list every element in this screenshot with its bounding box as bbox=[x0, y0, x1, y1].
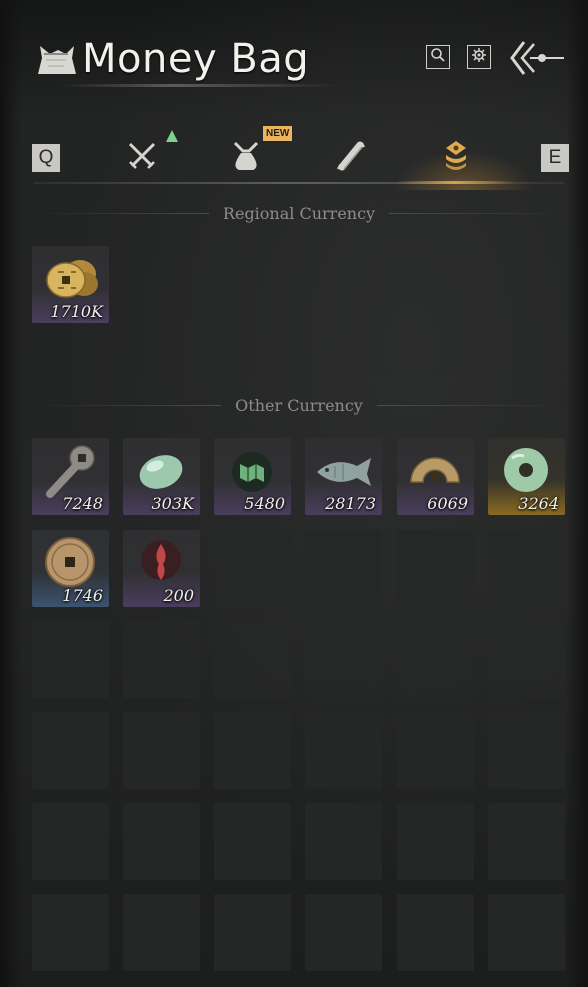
currency-slot[interactable]: 7248 bbox=[32, 438, 109, 515]
tab-items[interactable] bbox=[222, 134, 270, 182]
empty-slot bbox=[123, 894, 200, 971]
title-underline bbox=[60, 84, 340, 87]
jade-stone-icon bbox=[129, 442, 194, 498]
currency-slot[interactable]: 200 bbox=[123, 530, 200, 607]
empty-slot bbox=[488, 530, 565, 607]
item-quantity: 5480 bbox=[244, 494, 285, 513]
empty-slot bbox=[397, 803, 474, 880]
active-tab-underline bbox=[395, 181, 515, 184]
currency-slot[interactable]: 303K bbox=[123, 438, 200, 515]
empty-slot bbox=[214, 803, 291, 880]
regional-currency-heading: Regional Currency bbox=[34, 201, 564, 225]
item-quantity: 28173 bbox=[325, 494, 376, 513]
prev-tab-key[interactable]: Q bbox=[32, 144, 60, 172]
jade-ring-icon bbox=[494, 442, 559, 498]
item-quantity: 200 bbox=[163, 586, 194, 605]
currency-slot[interactable]: 1710K bbox=[32, 246, 109, 323]
empty-slot bbox=[305, 530, 382, 607]
empty-slot bbox=[305, 712, 382, 789]
settings-button[interactable] bbox=[467, 45, 491, 69]
spirit-flame-icon bbox=[129, 534, 194, 590]
fish-icon bbox=[311, 442, 376, 498]
empty-slot bbox=[397, 894, 474, 971]
empty-slot bbox=[32, 894, 109, 971]
currency-slot[interactable]: 3264 bbox=[488, 438, 565, 515]
money-bag-icon bbox=[34, 40, 78, 80]
item-quantity: 303K bbox=[151, 494, 195, 513]
empty-slot bbox=[214, 894, 291, 971]
currency-slot[interactable]: 6069 bbox=[397, 438, 474, 515]
empty-slot bbox=[214, 712, 291, 789]
coins-icon bbox=[441, 139, 471, 177]
background-edge-left bbox=[0, 0, 22, 987]
empty-slot bbox=[397, 712, 474, 789]
crossed-swords-icon bbox=[126, 140, 158, 176]
item-quantity: 1746 bbox=[62, 586, 103, 605]
tab-scrolls[interactable] bbox=[327, 134, 375, 182]
next-tab-key[interactable]: E bbox=[541, 144, 569, 172]
empty-slot bbox=[123, 803, 200, 880]
copper-coins-icon bbox=[38, 250, 103, 306]
new-badge: NEW bbox=[263, 126, 293, 141]
empty-slot bbox=[305, 621, 382, 698]
currency-slot[interactable]: 5480 bbox=[214, 438, 291, 515]
upgrade-indicator-icon bbox=[166, 130, 178, 142]
key-coin-icon bbox=[38, 442, 103, 498]
back-button[interactable] bbox=[508, 38, 566, 78]
item-quantity: 6069 bbox=[427, 494, 468, 513]
empty-slot bbox=[305, 894, 382, 971]
scroll-icon bbox=[334, 139, 368, 177]
currency-slot[interactable]: 28173 bbox=[305, 438, 382, 515]
half-coin-icon bbox=[403, 442, 468, 498]
item-quantity: 1710K bbox=[50, 302, 103, 321]
empty-slot bbox=[488, 803, 565, 880]
pouch-icon bbox=[229, 139, 263, 177]
category-tabs: Q NEW E bbox=[32, 126, 570, 190]
empty-slot bbox=[488, 621, 565, 698]
gear-icon bbox=[471, 47, 487, 67]
back-arrow-icon bbox=[508, 41, 566, 82]
empty-slot bbox=[123, 712, 200, 789]
empty-slot bbox=[214, 530, 291, 607]
search-icon bbox=[430, 47, 446, 67]
empty-slot bbox=[214, 621, 291, 698]
empty-slot bbox=[488, 894, 565, 971]
item-quantity: 7248 bbox=[62, 494, 103, 513]
empty-slot bbox=[32, 621, 109, 698]
empty-slot bbox=[488, 712, 565, 789]
map-token-icon bbox=[220, 442, 285, 498]
tab-equipment[interactable] bbox=[118, 134, 166, 182]
bronze-coin-icon bbox=[38, 534, 103, 590]
empty-slot bbox=[397, 530, 474, 607]
empty-slot bbox=[32, 712, 109, 789]
currency-slot[interactable]: 1746 bbox=[32, 530, 109, 607]
empty-slot bbox=[123, 621, 200, 698]
page-title: Money Bag bbox=[82, 36, 310, 82]
search-button[interactable] bbox=[426, 45, 450, 69]
tab-money-bag[interactable] bbox=[432, 134, 480, 182]
empty-slot bbox=[397, 621, 474, 698]
other-currency-heading: Other Currency bbox=[34, 393, 564, 417]
empty-slot bbox=[305, 803, 382, 880]
empty-slot bbox=[32, 803, 109, 880]
item-quantity: 3264 bbox=[518, 494, 559, 513]
